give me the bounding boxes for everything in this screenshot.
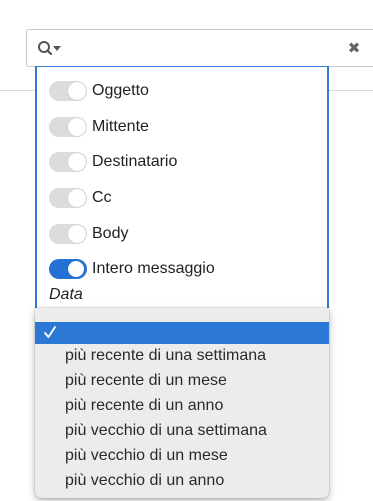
toggle-knob: [68, 153, 86, 171]
filter-toggle-destinatario[interactable]: Destinatario: [49, 148, 177, 176]
toggle-switch[interactable]: [49, 188, 87, 208]
filter-toggle-cc[interactable]: Cc: [49, 184, 112, 212]
filter-toggle-body[interactable]: Body: [49, 220, 128, 248]
toggle-label: Destinatario: [92, 153, 178, 170]
toggle-switch[interactable]: [49, 117, 87, 137]
filter-toggle-mittente[interactable]: Mittente: [49, 113, 149, 141]
search-box[interactable]: ✖: [26, 29, 373, 67]
filter-toggle-oggetto[interactable]: Oggetto: [49, 77, 149, 105]
dropdown-option[interactable]: più vecchio di un mese: [65, 444, 228, 468]
dropdown-option-selected[interactable]: [35, 322, 329, 344]
date-dropdown-menu: più recente di una settimana più recente…: [35, 308, 329, 498]
toggle-switch[interactable]: [49, 81, 87, 101]
dropdown-option[interactable]: più vecchio di una settimana: [65, 419, 267, 443]
dropdown-option[interactable]: più recente di un anno: [65, 394, 223, 418]
toggle-knob: [68, 261, 84, 277]
dropdown-option[interactable]: più recente di una settimana: [65, 344, 266, 368]
toggle-label: Cc: [92, 189, 112, 206]
toggle-label: Intero messaggio: [92, 260, 215, 277]
filter-toggle-intero-messaggio[interactable]: Intero messaggio: [49, 255, 215, 283]
dropdown-option[interactable]: più vecchio di un anno: [65, 469, 224, 493]
toggle-knob: [68, 189, 86, 207]
toggle-knob: [68, 225, 86, 243]
dropdown-option[interactable]: più recente di un mese: [65, 369, 227, 393]
toggle-knob: [68, 82, 86, 100]
check-glyph: [44, 326, 56, 338]
check-icon: [43, 324, 57, 340]
toggle-switch[interactable]: [49, 224, 87, 244]
toggle-switch[interactable]: [49, 152, 87, 172]
search-icon[interactable]: [37, 39, 65, 59]
toggle-switch[interactable]: [49, 259, 87, 279]
close-icon[interactable]: ✖: [346, 39, 362, 59]
date-filter-label: Data: [49, 286, 83, 303]
toggle-label: Oggetto: [92, 82, 149, 99]
search-caret-glyph: [38, 41, 61, 56]
toggle-label: Mittente: [92, 118, 149, 135]
toggle-label: Body: [92, 225, 129, 242]
toggle-knob: [68, 118, 86, 136]
